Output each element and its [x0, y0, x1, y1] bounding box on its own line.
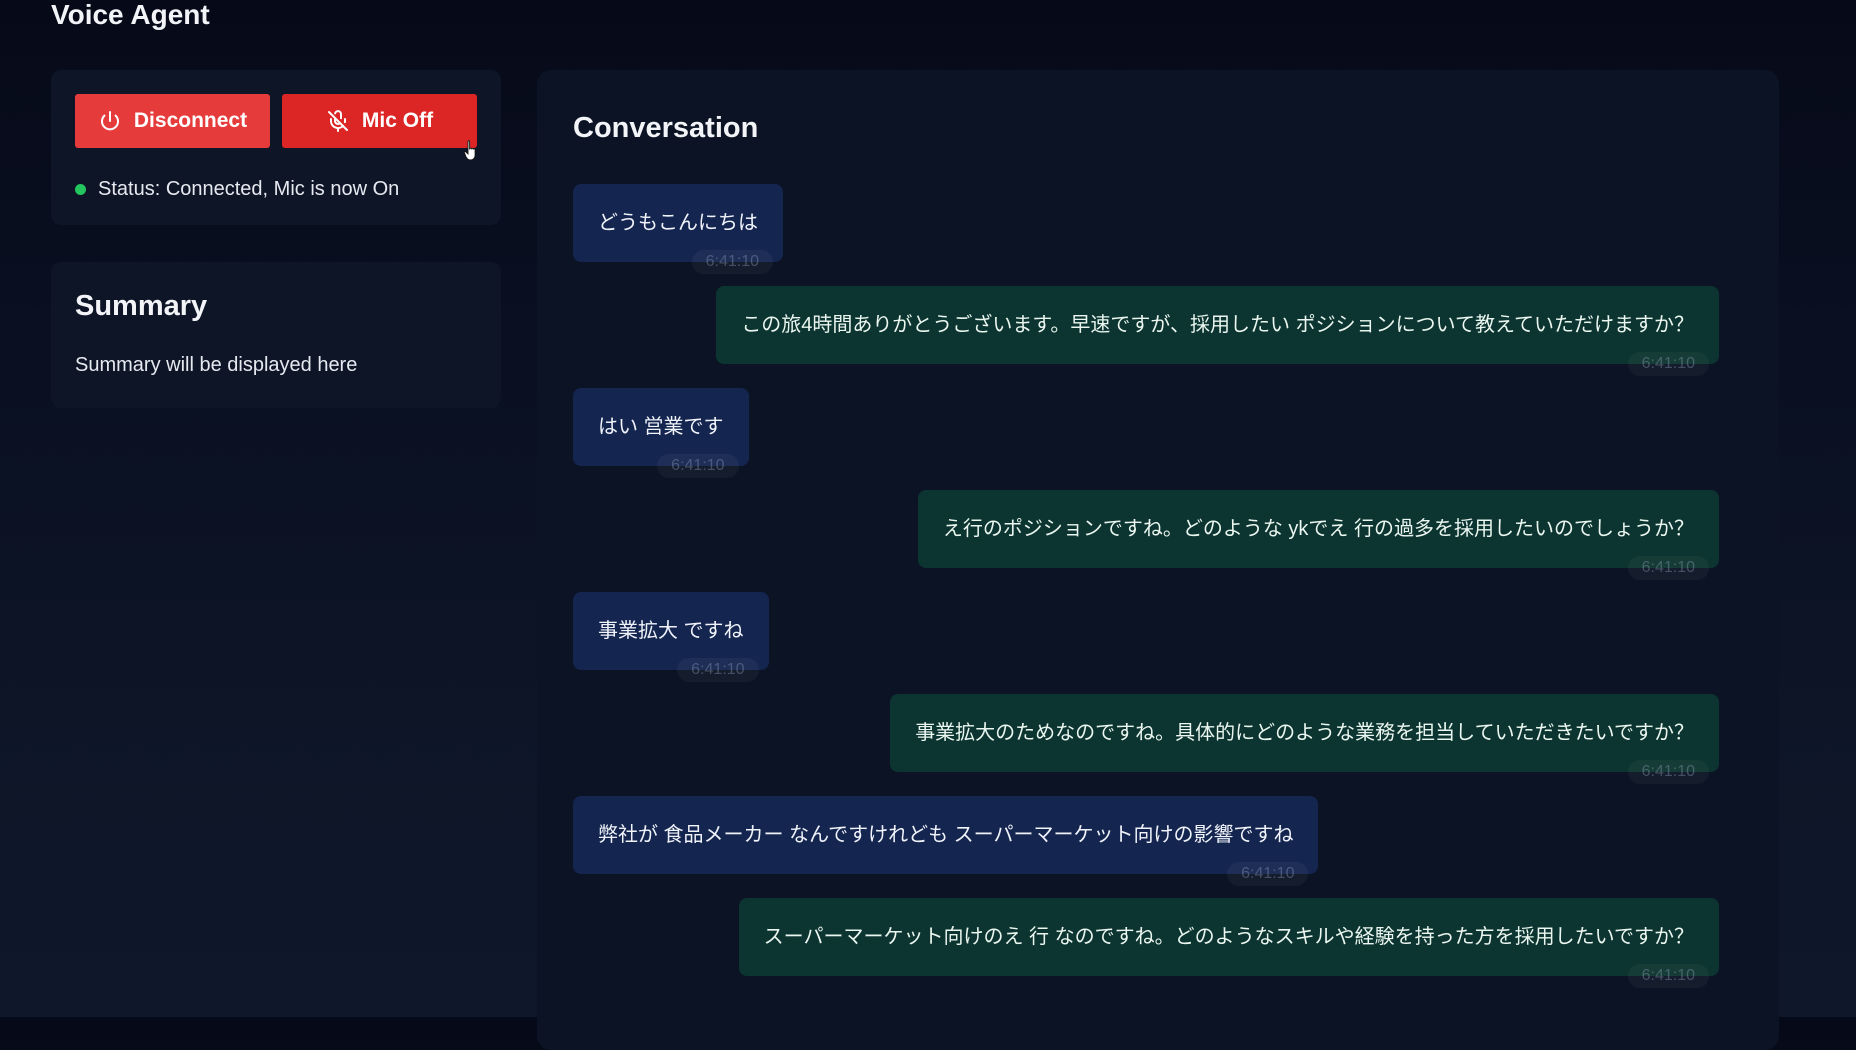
conversation-panel: Conversation どうもこんにちは 6:41:10 この旅4時間ありがと… [537, 70, 1779, 1050]
message-timestamp: 6:41:10 [657, 454, 739, 478]
message-bubble-user: 弊社が 食品メーカー なんですけれども スーパーマーケット向けの影響ですね 6:… [573, 796, 1319, 886]
message-timestamp: 6:41:10 [1627, 556, 1709, 580]
mic-toggle-button[interactable]: Mic Off [282, 94, 477, 148]
message-timestamp: 6:41:10 [1227, 862, 1309, 886]
summary-text: Summary will be displayed here [75, 354, 358, 376]
message-timestamp: 6:41:10 [1627, 760, 1709, 784]
connection-status: Status: Connected, Mic is now On [75, 178, 399, 201]
message-bubble-agent: え行のポジションですね。どのような ykでえ 行の過多を採用したいのでしょうか？… [917, 490, 1719, 580]
message-timestamp: 6:41:10 [691, 250, 773, 274]
message-timestamp: 6:41:10 [1627, 964, 1709, 988]
disconnect-button[interactable]: Disconnect [75, 94, 270, 148]
message-bubble-user: 事業拡大 ですね 6:41:10 [573, 592, 769, 682]
message-text: 事業拡大 ですね [598, 619, 744, 642]
message-text: え行のポジションですね。どのような ykでえ 行の過多を採用したいのでしょうか？ [942, 517, 1694, 540]
mic-label: Mic Off [361, 109, 434, 132]
message-bubble-agent: スーパーマーケット向けのえ 行 なのですね。どのようなスキルや経験を持った方を採… [738, 898, 1719, 988]
message-text: スーパーマーケット向けのえ 行 なのですね。どのようなスキルや経験を持った方を採… [763, 925, 1694, 948]
message-text: 事業拡大のためなのですね。具体的にどのような業務を担当していただきたいですか？ [915, 721, 1694, 744]
message-timestamp: 6:41:10 [677, 658, 759, 682]
message-timestamp: 6:41:10 [1627, 352, 1709, 376]
status-indicator-dot [75, 184, 86, 195]
message-text: どうもこんにちは [598, 211, 758, 234]
status-text: Status: Connected, Mic is now On [98, 178, 400, 200]
mic-off-icon [326, 109, 350, 133]
power-icon [98, 109, 122, 133]
message-bubble-agent: 事業拡大のためなのですね。具体的にどのような業務を担当していただきたいですか？ … [890, 694, 1719, 784]
app-title: Voice Agent [51, 0, 210, 30]
message-list: どうもこんにちは 6:41:10 この旅4時間ありがとうございます。早速ですが、… [573, 184, 1719, 988]
message-bubble-user: はい 営業です 6:41:10 [573, 388, 749, 478]
pointer-cursor-icon [463, 140, 476, 161]
message-text: この旅4時間ありがとうございます。早速ですが、採用したい ポジションについて教え… [741, 313, 1694, 336]
message-text: 弊社が 食品メーカー なんですけれども スーパーマーケット向けの影響ですね [598, 823, 1294, 846]
summary-panel: Summary Summary will be displayed here [51, 262, 501, 408]
summary-title: Summary [75, 290, 208, 322]
conversation-title: Conversation [573, 112, 759, 144]
message-text: はい 営業です [598, 415, 724, 438]
message-bubble-agent: この旅4時間ありがとうございます。早速ですが、採用したい ポジションについて教え… [716, 286, 1719, 376]
message-bubble-user: どうもこんにちは 6:41:10 [573, 184, 783, 274]
disconnect-label: Disconnect [133, 109, 248, 132]
control-panel: Disconnect Mic Off Status: Connected, Mi… [51, 70, 501, 225]
